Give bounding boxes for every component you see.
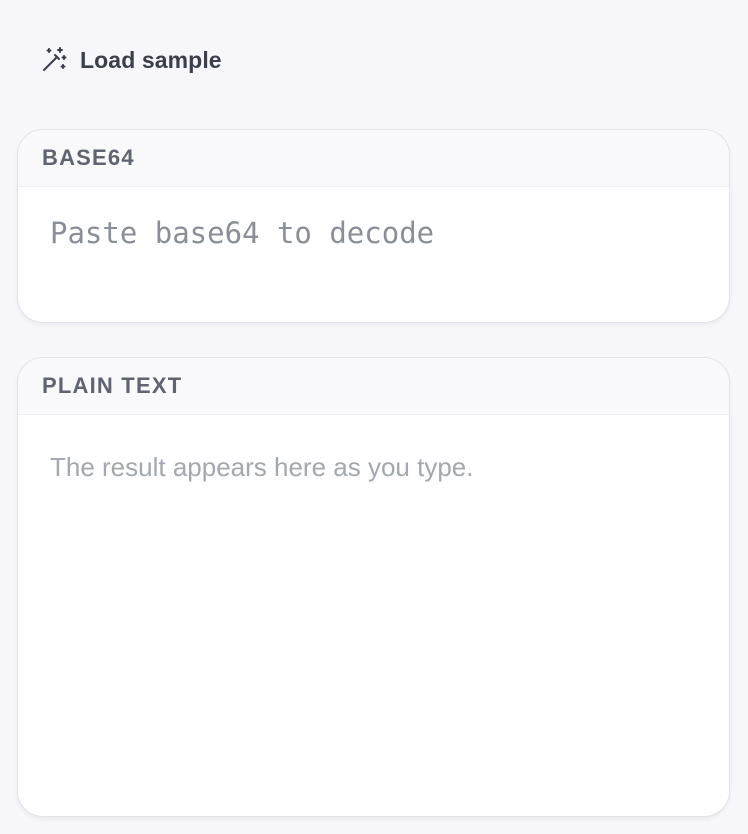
- load-sample-label: Load sample: [80, 46, 222, 73]
- load-sample-button[interactable]: Load sample: [40, 44, 222, 76]
- base64-panel-header: BASE64: [18, 130, 729, 187]
- base64-input[interactable]: [50, 213, 697, 313]
- base64-panel-body: [18, 187, 729, 322]
- base64-panel: BASE64: [17, 129, 730, 323]
- magic-wand-icon: [40, 46, 68, 74]
- plain-text-panel: PLAIN TEXT The result appears here as yo…: [17, 357, 730, 817]
- plain-text-output[interactable]: The result appears here as you type.: [50, 441, 697, 487]
- plain-text-panel-header: PLAIN TEXT: [18, 358, 729, 415]
- plain-text-panel-title: PLAIN TEXT: [42, 373, 183, 398]
- base64-panel-title: BASE64: [42, 145, 135, 170]
- plain-text-panel-body: The result appears here as you type.: [18, 415, 729, 513]
